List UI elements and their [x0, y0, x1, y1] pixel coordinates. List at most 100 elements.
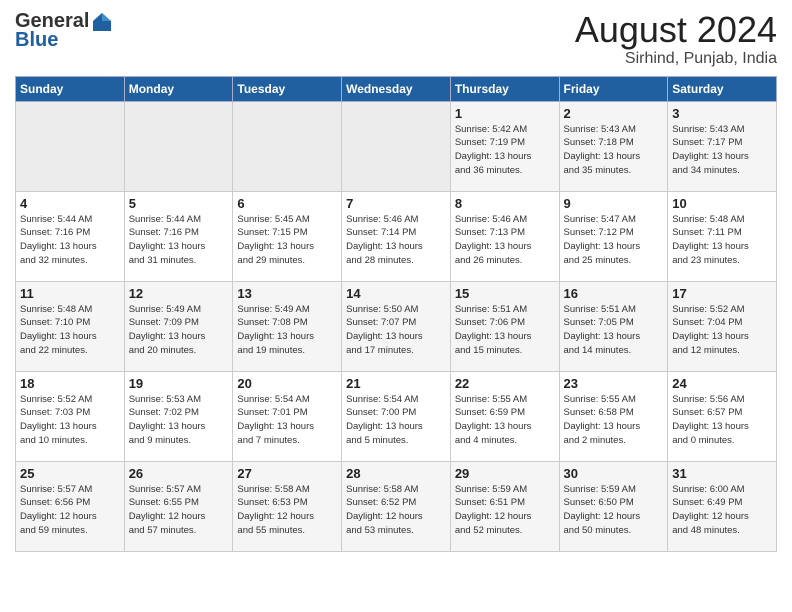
calendar-cell: 13 Sunrise: 5:49 AM Sunset: 7:08 PM Dayli…: [233, 281, 342, 371]
calendar-cell: 3 Sunrise: 5:43 AM Sunset: 7:17 PM Daylig…: [668, 101, 777, 191]
month-title: August 2024: [575, 10, 777, 50]
day-info: Sunrise: 5:59 AM Sunset: 6:51 PM Dayligh…: [455, 483, 555, 538]
calendar-cell: 2 Sunrise: 5:43 AM Sunset: 7:18 PM Daylig…: [559, 101, 668, 191]
page-header: General Blue August 2024 Sirhind, Punjab…: [15, 10, 777, 68]
day-number: 11: [20, 286, 120, 301]
calendar-cell: 15 Sunrise: 5:51 AM Sunset: 7:06 PM Dayli…: [450, 281, 559, 371]
calendar-cell: 4Sunrise: 5:44 AM Sunset: 7:16 PM Daylig…: [16, 191, 125, 281]
day-number: 4: [20, 196, 120, 211]
calendar-cell: 30 Sunrise: 5:59 AM Sunset: 6:50 PM Dayli…: [559, 461, 668, 551]
calendar-cell: 31Sunrise: 6:00 AM Sunset: 6:49 PM Dayli…: [668, 461, 777, 551]
day-info: Sunrise: 5:59 AM Sunset: 6:50 PM Dayligh…: [564, 483, 664, 538]
day-info: Sunrise: 5:47 AM Sunset: 7:12 PM Dayligh…: [564, 213, 664, 268]
calendar-cell: [16, 101, 125, 191]
header-tuesday: Tuesday: [233, 76, 342, 101]
day-info: Sunrise: 5:45 AM Sunset: 7:15 PM Dayligh…: [237, 213, 337, 268]
calendar-week-row: 18 Sunrise: 5:52 AM Sunset: 7:03 PM Dayli…: [16, 371, 777, 461]
day-info: Sunrise: 5:55 AM Sunset: 6:58 PM Dayligh…: [564, 393, 664, 448]
header-saturday: Saturday: [668, 76, 777, 101]
calendar-cell: 22 Sunrise: 5:55 AM Sunset: 6:59 PM Dayli…: [450, 371, 559, 461]
calendar-cell: 14 Sunrise: 5:50 AM Sunset: 7:07 PM Dayli…: [342, 281, 451, 371]
calendar-cell: [233, 101, 342, 191]
day-number: 21: [346, 376, 446, 391]
day-info: Sunrise: 5:54 AM Sunset: 7:01 PM Dayligh…: [237, 393, 337, 448]
day-number: 26: [129, 466, 229, 481]
calendar-body: 1 Sunrise: 5:42 AM Sunset: 7:19 PM Daylig…: [16, 101, 777, 551]
day-number: 1: [455, 106, 555, 121]
day-info: Sunrise: 5:52 AM Sunset: 7:03 PM Dayligh…: [20, 393, 120, 448]
calendar-week-row: 11Sunrise: 5:48 AM Sunset: 7:10 PM Dayli…: [16, 281, 777, 371]
day-number: 3: [672, 106, 772, 121]
header-sunday: Sunday: [16, 76, 125, 101]
day-info: Sunrise: 5:53 AM Sunset: 7:02 PM Dayligh…: [129, 393, 229, 448]
day-number: 13: [237, 286, 337, 301]
calendar-cell: 7 Sunrise: 5:46 AM Sunset: 7:14 PM Daylig…: [342, 191, 451, 281]
day-number: 7: [346, 196, 446, 211]
day-info: Sunrise: 5:51 AM Sunset: 7:05 PM Dayligh…: [564, 303, 664, 358]
day-info: Sunrise: 5:42 AM Sunset: 7:19 PM Dayligh…: [455, 123, 555, 178]
day-info: Sunrise: 5:46 AM Sunset: 7:14 PM Dayligh…: [346, 213, 446, 268]
day-number: 23: [564, 376, 664, 391]
calendar-cell: 11Sunrise: 5:48 AM Sunset: 7:10 PM Dayli…: [16, 281, 125, 371]
header-friday: Friday: [559, 76, 668, 101]
day-info: Sunrise: 5:56 AM Sunset: 6:57 PM Dayligh…: [672, 393, 772, 448]
header-wednesday: Wednesday: [342, 76, 451, 101]
day-info: Sunrise: 5:52 AM Sunset: 7:04 PM Dayligh…: [672, 303, 772, 358]
calendar-cell: 24Sunrise: 5:56 AM Sunset: 6:57 PM Dayli…: [668, 371, 777, 461]
day-info: Sunrise: 5:49 AM Sunset: 7:08 PM Dayligh…: [237, 303, 337, 358]
day-number: 10: [672, 196, 772, 211]
calendar-cell: 26 Sunrise: 5:57 AM Sunset: 6:55 PM Dayli…: [124, 461, 233, 551]
calendar-cell: 17 Sunrise: 5:52 AM Sunset: 7:04 PM Dayli…: [668, 281, 777, 371]
day-info: Sunrise: 5:55 AM Sunset: 6:59 PM Dayligh…: [455, 393, 555, 448]
day-number: 15: [455, 286, 555, 301]
calendar-cell: 5Sunrise: 5:44 AM Sunset: 7:16 PM Daylig…: [124, 191, 233, 281]
day-number: 22: [455, 376, 555, 391]
day-number: 25: [20, 466, 120, 481]
calendar-cell: 1 Sunrise: 5:42 AM Sunset: 7:19 PM Daylig…: [450, 101, 559, 191]
calendar-cell: 23 Sunrise: 5:55 AM Sunset: 6:58 PM Dayli…: [559, 371, 668, 461]
calendar-cell: 21 Sunrise: 5:54 AM Sunset: 7:00 PM Dayli…: [342, 371, 451, 461]
calendar-cell: 27 Sunrise: 5:58 AM Sunset: 6:53 PM Dayli…: [233, 461, 342, 551]
day-info: Sunrise: 5:51 AM Sunset: 7:06 PM Dayligh…: [455, 303, 555, 358]
day-number: 9: [564, 196, 664, 211]
logo-icon: [91, 11, 113, 33]
day-info: Sunrise: 5:43 AM Sunset: 7:18 PM Dayligh…: [564, 123, 664, 178]
day-info: Sunrise: 5:54 AM Sunset: 7:00 PM Dayligh…: [346, 393, 446, 448]
location-subtitle: Sirhind, Punjab, India: [575, 50, 777, 68]
day-info: Sunrise: 5:57 AM Sunset: 6:55 PM Dayligh…: [129, 483, 229, 538]
logo: General Blue: [15, 10, 113, 52]
calendar-cell: 9 Sunrise: 5:47 AM Sunset: 7:12 PM Daylig…: [559, 191, 668, 281]
day-info: Sunrise: 5:58 AM Sunset: 6:53 PM Dayligh…: [237, 483, 337, 538]
day-number: 18: [20, 376, 120, 391]
day-number: 20: [237, 376, 337, 391]
calendar-cell: 20 Sunrise: 5:54 AM Sunset: 7:01 PM Dayli…: [233, 371, 342, 461]
day-number: 8: [455, 196, 555, 211]
day-info: Sunrise: 5:46 AM Sunset: 7:13 PM Dayligh…: [455, 213, 555, 268]
calendar-cell: 18 Sunrise: 5:52 AM Sunset: 7:03 PM Dayli…: [16, 371, 125, 461]
header-thursday: Thursday: [450, 76, 559, 101]
day-number: 30: [564, 466, 664, 481]
day-number: 27: [237, 466, 337, 481]
day-info: Sunrise: 5:48 AM Sunset: 7:11 PM Dayligh…: [672, 213, 772, 268]
day-number: 14: [346, 286, 446, 301]
day-number: 16: [564, 286, 664, 301]
day-number: 17: [672, 286, 772, 301]
day-info: Sunrise: 5:49 AM Sunset: 7:09 PM Dayligh…: [129, 303, 229, 358]
day-info: Sunrise: 5:58 AM Sunset: 6:52 PM Dayligh…: [346, 483, 446, 538]
day-info: Sunrise: 5:50 AM Sunset: 7:07 PM Dayligh…: [346, 303, 446, 358]
calendar-cell: [342, 101, 451, 191]
calendar-week-row: 25 Sunrise: 5:57 AM Sunset: 6:56 PM Dayli…: [16, 461, 777, 551]
logo-blue-text: Blue: [15, 29, 58, 51]
calendar-week-row: 1 Sunrise: 5:42 AM Sunset: 7:19 PM Daylig…: [16, 101, 777, 191]
calendar-cell: 19Sunrise: 5:53 AM Sunset: 7:02 PM Dayli…: [124, 371, 233, 461]
calendar-table: Sunday Monday Tuesday Wednesday Thursday…: [15, 76, 777, 552]
day-info: Sunrise: 5:43 AM Sunset: 7:17 PM Dayligh…: [672, 123, 772, 178]
day-number: 28: [346, 466, 446, 481]
calendar-cell: 29Sunrise: 5:59 AM Sunset: 6:51 PM Dayli…: [450, 461, 559, 551]
calendar-header: Sunday Monday Tuesday Wednesday Thursday…: [16, 76, 777, 101]
calendar-cell: 8 Sunrise: 5:46 AM Sunset: 7:13 PM Daylig…: [450, 191, 559, 281]
day-number: 2: [564, 106, 664, 121]
calendar-week-row: 4Sunrise: 5:44 AM Sunset: 7:16 PM Daylig…: [16, 191, 777, 281]
day-info: Sunrise: 5:57 AM Sunset: 6:56 PM Dayligh…: [20, 483, 120, 538]
calendar-cell: 12Sunrise: 5:49 AM Sunset: 7:09 PM Dayli…: [124, 281, 233, 371]
